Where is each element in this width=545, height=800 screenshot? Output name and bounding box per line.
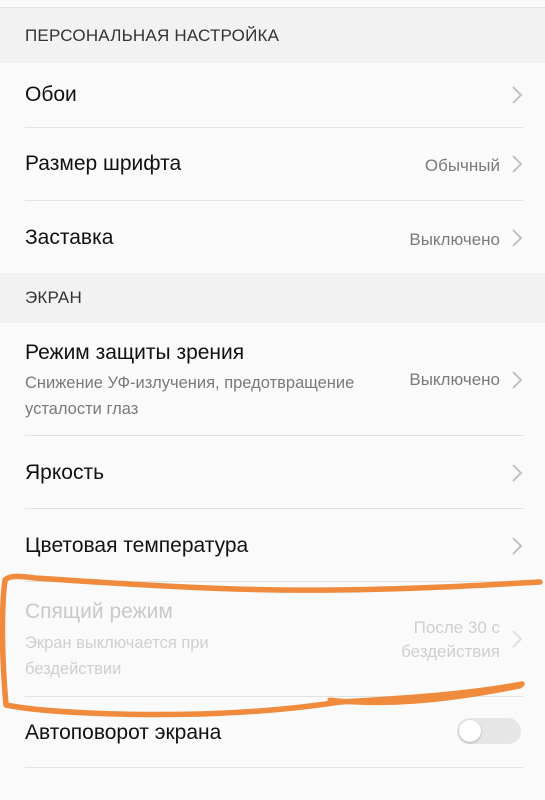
chevron-right-icon	[512, 229, 523, 247]
chevron-right-icon	[512, 86, 523, 104]
settings-item-screensaver[interactable]: Заставка Выключено	[0, 201, 545, 273]
settings-item-subtitle: Экран выключается при бездействии	[25, 634, 209, 678]
chevron-right-icon	[512, 630, 523, 648]
settings-item-auto-rotate[interactable]: Автоповорот экрана	[0, 697, 545, 767]
settings-item-title: Спящий режим	[25, 600, 173, 623]
settings-item-value: После 30 с бездействия	[401, 618, 500, 661]
settings-item-title: Заставка	[25, 226, 114, 249]
settings-item-color-temperature[interactable]: Цветовая температура	[0, 509, 545, 581]
settings-item-title: Размер шрифта	[25, 152, 182, 175]
section-header-screen: ЭКРАН	[0, 273, 545, 323]
settings-item-value: Выключено	[409, 230, 500, 249]
chevron-right-icon	[512, 371, 523, 389]
settings-item-font-size[interactable]: Размер шрифта Обычный	[0, 128, 545, 200]
chevron-right-icon	[512, 537, 523, 555]
settings-item-title: Цветовая температура	[25, 534, 249, 557]
settings-item-title: Режим защиты зрения	[25, 341, 245, 364]
settings-item-title: Обои	[25, 83, 77, 106]
section-header-personal: ПЕРСОНАЛЬНАЯ НАСТРОЙКА	[0, 8, 545, 63]
top-divider	[0, 0, 545, 8]
settings-item-value: Обычный	[424, 156, 500, 175]
toggle-knob	[459, 720, 481, 742]
settings-item-sleep: Спящий режим Экран выключается при безде…	[0, 582, 545, 696]
settings-item-eye-comfort[interactable]: Режим защиты зрения Снижение УФ-излучени…	[0, 323, 545, 435]
chevron-right-icon	[512, 464, 523, 482]
auto-rotate-toggle[interactable]	[457, 718, 521, 744]
settings-item-value: Выключено	[409, 370, 500, 389]
settings-item-wallpaper[interactable]: Обои	[0, 63, 545, 127]
chevron-right-icon	[512, 155, 523, 173]
divider	[25, 767, 523, 768]
settings-item-brightness[interactable]: Яркость	[0, 436, 545, 508]
settings-item-subtitle: Снижение УФ-излучения, предотвращение ус…	[25, 374, 355, 418]
settings-item-title: Яркость	[25, 461, 105, 484]
settings-item-title: Автоповорот экрана	[25, 721, 222, 744]
